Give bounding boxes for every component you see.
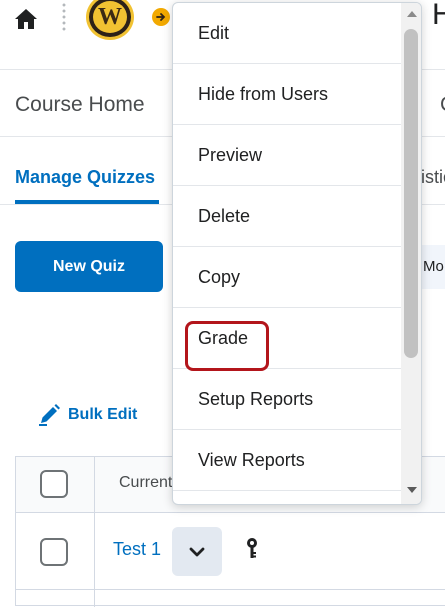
tab-manage-quizzes[interactable]: Manage Quizzes (15, 167, 155, 188)
nav-item-partial[interactable]: C (440, 93, 445, 117)
menu-item-setup-reports[interactable]: Setup Reports (173, 369, 401, 430)
course-title-partial: H (432, 0, 445, 31)
menu-scrollbar[interactable] (401, 3, 421, 504)
bulk-edit-label: Bulk Edit (68, 406, 138, 423)
chevron-down-icon (189, 547, 205, 556)
quiz-context-menu: Edit Hide from Users Preview Delete Copy… (172, 2, 422, 505)
menu-item-next[interactable] (173, 491, 401, 504)
menu-item-delete[interactable]: Delete (173, 186, 401, 247)
menu-item-hide-from-users[interactable]: Hide from Users (173, 64, 401, 125)
course-home-link[interactable]: Course Home (15, 93, 145, 117)
quiz-link-test-1[interactable]: Test 1 (113, 539, 161, 560)
menu-item-preview[interactable]: Preview (173, 125, 401, 186)
scroll-up-arrow-icon[interactable] (407, 11, 417, 17)
divider-dots (62, 2, 66, 32)
arrow-right-circle-icon[interactable] (152, 8, 170, 26)
scroll-down-arrow-icon[interactable] (407, 487, 417, 493)
tab-partial[interactable]: istic (421, 167, 445, 188)
key-icon (247, 538, 257, 558)
grade-highlight-box (185, 321, 269, 371)
home-icon[interactable] (14, 8, 38, 30)
menu-item-copy[interactable]: Copy (173, 247, 401, 308)
logo-letter: W (93, 1, 127, 33)
new-quiz-button[interactable]: New Quiz (15, 241, 163, 292)
scrollbar-thumb[interactable] (404, 29, 418, 358)
quiz-actions-dropdown-button[interactable] (172, 527, 222, 576)
pencil-icon (39, 404, 60, 426)
column-header-current[interactable]: Current (119, 474, 172, 492)
menu-item-view-reports[interactable]: View Reports (173, 430, 401, 491)
row-checkbox[interactable] (40, 538, 68, 566)
column-divider (94, 457, 95, 607)
bulk-edit-button[interactable]: Bulk Edit (38, 404, 137, 426)
menu-item-edit[interactable]: Edit (173, 3, 401, 64)
university-logo[interactable]: W (86, 0, 134, 40)
row-divider (16, 589, 445, 590)
select-all-checkbox[interactable] (40, 470, 68, 498)
